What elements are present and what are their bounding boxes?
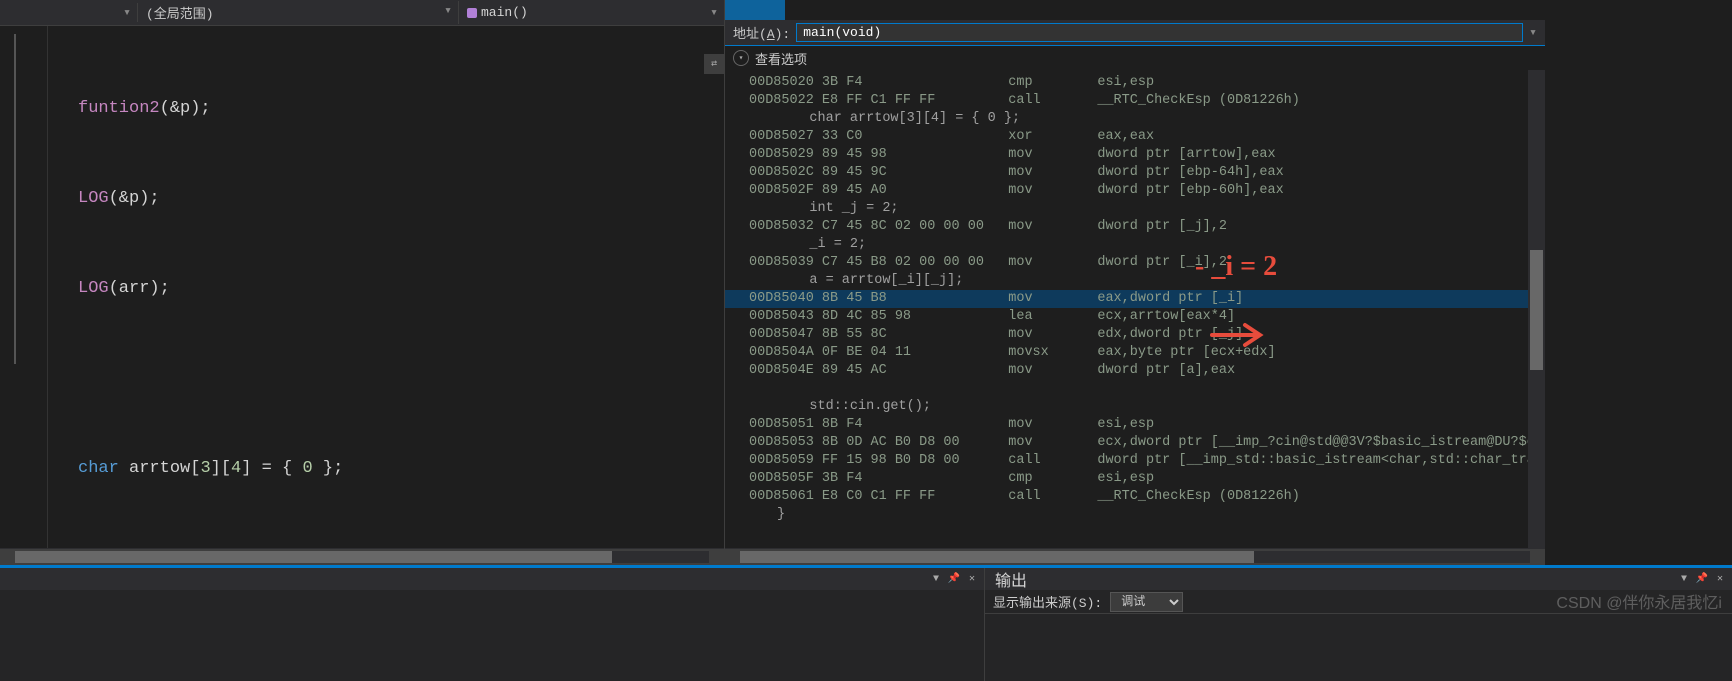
code-line: LOG(&p); xyxy=(78,184,724,214)
scope-label: (全局范围) xyxy=(146,7,214,22)
outline-bar xyxy=(14,34,16,364)
code-line: int _j = 2; xyxy=(78,544,724,548)
close-icon[interactable]: ✕ xyxy=(964,571,980,587)
disasm-source-line[interactable]: char arrtow[3][4] = { 0 }; xyxy=(749,110,1545,128)
address-label: 地址(A): xyxy=(733,23,790,42)
disasm-instruction[interactable]: 00D85043 8D 4C 85 98 lea ecx,arrtow[eax*… xyxy=(749,308,1545,326)
disasm-source-line[interactable]: } xyxy=(749,506,1545,524)
code-line xyxy=(78,364,724,394)
dropdown-icon[interactable]: ▼ xyxy=(928,571,944,587)
editor-gutter[interactable] xyxy=(0,26,48,548)
dropdown-icon[interactable]: ▼ xyxy=(1676,571,1692,587)
view-options-bar[interactable]: ▾ 查看选项 xyxy=(725,46,1545,70)
disasm-source-line[interactable]: a = arrtow[_i][_j]; xyxy=(749,272,1545,290)
disasm-instruction[interactable]: 00D85061 E8 C0 C1 FF FF call __RTC_Check… xyxy=(749,488,1545,506)
disasm-instruction[interactable]: 00D85051 8B F4 mov esi,esp xyxy=(749,416,1545,434)
disassembly-content[interactable]: 00D85020 3B F4 cmp esi,esp00D85022 E8 FF… xyxy=(725,70,1545,548)
function-name: main() xyxy=(481,5,528,20)
code-editor-pane: (全局范围) main() funtion2(&p); LOG(&p); LOG… xyxy=(0,0,725,565)
disasm-source-line[interactable] xyxy=(749,380,1545,398)
disasm-instruction[interactable]: 00D85022 E8 FF C1 FF FF call __RTC_Check… xyxy=(749,92,1545,110)
panel-header-left: ▼ 📌 ✕ xyxy=(0,568,984,590)
code-line: funtion2(&p); xyxy=(78,94,724,124)
disasm-instruction[interactable]: 00D85029 89 45 98 mov dword ptr [arrtow]… xyxy=(749,146,1545,164)
disasm-instruction[interactable]: 00D85047 8B 55 8C mov edx,dword ptr [_j] xyxy=(749,326,1545,344)
disasm-instruction[interactable]: 00D8504A 0F BE 04 11 movsx eax,byte ptr … xyxy=(749,344,1545,362)
code-line: char arrtow[3][4] = { 0 }; xyxy=(78,454,724,484)
code-line: LOG(arr); xyxy=(78,274,724,304)
disasm-source-line[interactable]: _i = 2; xyxy=(749,236,1545,254)
editor-hscrollbar[interactable] xyxy=(0,548,724,565)
output-source-label: 显示输出来源(S): xyxy=(993,592,1102,611)
editor-area[interactable]: funtion2(&p); LOG(&p); LOG(arr); char ar… xyxy=(0,26,724,548)
pin-icon[interactable]: 📌 xyxy=(946,571,962,587)
code-content[interactable]: funtion2(&p); LOG(&p); LOG(arr); char ar… xyxy=(48,26,724,548)
disasm-instruction[interactable]: 00D8502F 89 45 A0 mov dword ptr [ebp-60h… xyxy=(749,182,1545,200)
disasm-instruction[interactable]: 00D85020 3B F4 cmp esi,esp xyxy=(749,74,1545,92)
disasm-vscrollbar[interactable] xyxy=(1528,70,1545,548)
disasm-source-line[interactable]: int _j = 2; xyxy=(749,200,1545,218)
disasm-source-line[interactable]: std::cin.get(); xyxy=(749,398,1545,416)
disasm-instruction[interactable]: 00D8502C 89 45 9C mov dword ptr [ebp-64h… xyxy=(749,164,1545,182)
function-dropdown[interactable]: main() xyxy=(459,3,724,22)
disasm-instruction[interactable]: 00D8504E 89 45 AC mov dword ptr [a],eax xyxy=(749,362,1545,380)
disasm-instruction[interactable]: 00D85059 FF 15 98 B0 D8 00 call dword pt… xyxy=(749,452,1545,470)
output-title: 输出 xyxy=(989,567,1027,591)
dropdown-icon[interactable]: ▾ xyxy=(1529,25,1537,40)
output-source-select[interactable]: 调试 xyxy=(1110,592,1183,612)
chevron-down-icon[interactable]: ▾ xyxy=(733,50,749,66)
pin-icon[interactable]: 📌 xyxy=(1694,571,1710,587)
disasm-instruction[interactable]: 00D85027 33 C0 xor eax,eax xyxy=(749,128,1545,146)
disasm-instruction[interactable]: 00D85053 8B 0D AC B0 D8 00 mov ecx,dword… xyxy=(749,434,1545,452)
close-icon[interactable]: ✕ xyxy=(1712,571,1728,587)
address-input[interactable] xyxy=(796,23,1523,42)
split-handle-icon[interactable]: ⇄ xyxy=(704,54,724,74)
bottom-left-panel: ▼ 📌 ✕ xyxy=(0,568,985,681)
project-scope-dropdown[interactable] xyxy=(0,3,138,22)
disasm-instruction[interactable]: 00D85039 C7 45 B8 02 00 00 00 mov dword … xyxy=(749,254,1545,272)
output-panel: 输出 ▼ 📌 ✕ 显示输出来源(S): 调试 xyxy=(985,568,1732,681)
disassembly-pane: 地址(A): ▾ ▾ 查看选项 00D85020 3B F4 cmp esi,e… xyxy=(725,0,1545,565)
disasm-instruction[interactable]: 00D85032 C7 45 8C 02 00 00 00 mov dword … xyxy=(749,218,1545,236)
global-scope-dropdown[interactable]: (全局范围) xyxy=(138,1,459,24)
editor-toolbar: (全局范围) main() xyxy=(0,0,724,26)
disasm-instruction[interactable]: 00D8505F 3B F4 cmp esi,esp xyxy=(749,470,1545,488)
function-icon xyxy=(467,8,477,18)
address-bar: 地址(A): ▾ xyxy=(725,20,1545,46)
disasm-hscrollbar[interactable] xyxy=(725,548,1545,565)
disasm-instruction[interactable]: 00D85040 8B 45 B8 mov eax,dword ptr [_i] xyxy=(725,290,1545,308)
disasm-tab[interactable] xyxy=(725,0,785,20)
watermark: CSDN @伴你永居我忆i xyxy=(1556,589,1722,613)
panel-header-right: 输出 ▼ 📌 ✕ xyxy=(985,568,1732,590)
view-options-label: 查看选项 xyxy=(755,49,807,68)
